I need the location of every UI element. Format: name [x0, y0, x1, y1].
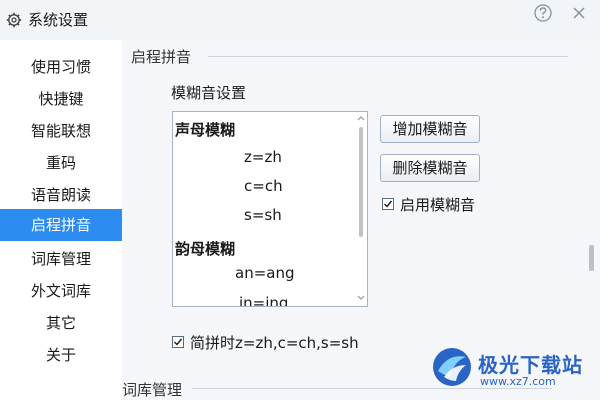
list-item[interactable]: c=ch	[244, 177, 283, 195]
check-icon	[384, 200, 393, 208]
gear-icon	[6, 12, 22, 28]
sidebar-nav: 使用习惯 快捷键 智能联想 重码 语音朗读 启程拼音 词库管理 外文词库 其它 …	[0, 40, 122, 400]
list-item[interactable]: s=sh	[244, 206, 282, 224]
watermark: 极光下载站 www.xz7.com	[430, 345, 595, 395]
add-fuzzy-button[interactable]: 增加模糊音	[380, 115, 480, 143]
abbrev-fuzzy-checkbox[interactable]	[172, 336, 184, 348]
section-title: 启程拼音	[131, 46, 198, 67]
sidebar-item-shortcuts[interactable]: 快捷键	[0, 83, 122, 115]
fuzzy-pinyin-list[interactable]: 声母模糊 z=zh c=ch s=sh 韵母模糊 an=ang in=ing	[172, 111, 368, 307]
settings-window: 系统设置 使用习惯 快捷键 智能联想 重码 语音朗读 启程拼音 词库管理 外文词…	[0, 0, 600, 400]
next-section-title: 词库管理	[122, 381, 183, 399]
section-divider	[208, 56, 568, 57]
chevron-down-icon[interactable]	[357, 294, 365, 302]
chevron-up-icon[interactable]	[357, 114, 365, 122]
title-bar: 系统设置	[0, 0, 600, 40]
sidebar-item-voice-reading[interactable]: 语音朗读	[0, 179, 122, 211]
main-scroll-thumb[interactable]	[589, 245, 594, 271]
list-group-header-initials: 声母模糊	[175, 121, 236, 139]
enable-fuzzy-checkbox[interactable]	[382, 198, 394, 210]
watermark-url: www.xz7.com	[480, 375, 556, 388]
sidebar-item-foreign-dictionary[interactable]: 外文词库	[0, 275, 122, 307]
list-group-header-finals: 韵母模糊	[175, 240, 236, 258]
help-icon[interactable]	[533, 3, 553, 23]
sidebar-item-about[interactable]: 关于	[0, 339, 122, 371]
window-title: 系统设置	[28, 11, 89, 29]
delete-fuzzy-button[interactable]: 删除模糊音	[380, 154, 480, 182]
sidebar-item-usage-habits[interactable]: 使用习惯	[0, 51, 122, 83]
check-icon	[174, 338, 183, 346]
aurora-logo-icon	[433, 348, 471, 386]
list-item[interactable]: z=zh	[244, 148, 282, 166]
list-item[interactable]: an=ang	[235, 264, 295, 282]
sidebar-item-other[interactable]: 其它	[0, 307, 122, 339]
fuzzy-settings-heading: 模糊音设置	[171, 84, 247, 102]
list-item[interactable]: in=ing	[239, 294, 288, 306]
enable-fuzzy-label[interactable]: 启用模糊音	[400, 194, 475, 215]
sidebar-item-dictionary-management[interactable]: 词库管理	[0, 243, 122, 275]
sidebar-item-qicheng-pinyin[interactable]: 启程拼音	[0, 209, 122, 241]
sidebar-item-duplicate-codes[interactable]: 重码	[0, 147, 122, 179]
close-icon[interactable]	[570, 4, 588, 22]
abbrev-fuzzy-label[interactable]: 简拼时z=zh,c=ch,s=sh	[190, 332, 359, 353]
watermark-name: 极光下载站	[478, 353, 583, 377]
sidebar-item-smart-association[interactable]: 智能联想	[0, 115, 122, 147]
list-scroll-thumb[interactable]	[359, 127, 363, 237]
list-scrollbar[interactable]	[355, 112, 367, 306]
